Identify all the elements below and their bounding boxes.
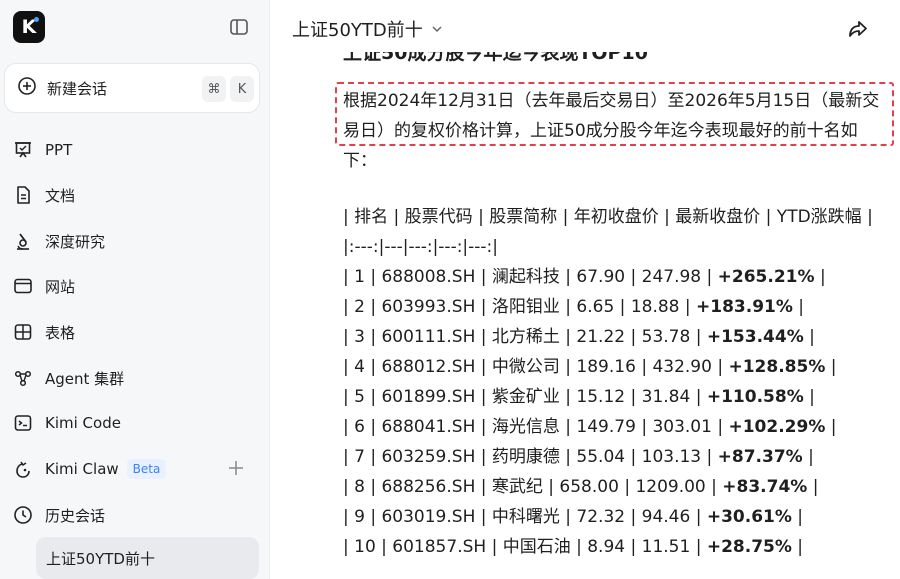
agent-swarm-icon — [12, 367, 34, 389]
main-panel: 上证50YTD前十 上证50成分股今年迄今表现TOP10 根据2024年12月3… — [270, 0, 900, 579]
row-end-pipe: | — [791, 537, 804, 557]
app-window: K 新建会话 ⌘ K PPT 文档 深度研究 网站 表格 Agent 集群 Ki… — [0, 0, 900, 579]
row-cells: | 7 | 603259.SH | 药明康德 | 55.04 | 103.13 … — [343, 447, 718, 467]
ytd-change-value: +183.91% — [696, 297, 793, 317]
ytd-change-value: +110.58% — [706, 387, 804, 407]
sidebar-item-kimi-code[interactable]: Kimi Code — [12, 404, 258, 442]
row-end-pipe: | — [825, 357, 837, 377]
logo-dot — [34, 17, 39, 22]
ytd-change-value: +153.44% — [706, 327, 804, 347]
table-row: | 3 | 600111.SH | 北方稀土 | 21.22 | 53.78 |… — [343, 322, 888, 352]
chat-title-dropdown[interactable]: 上证50YTD前十 — [292, 16, 443, 42]
ytd-change-value: +83.74% — [722, 477, 808, 497]
browser-icon — [12, 275, 34, 297]
ytd-change-value: +30.61% — [706, 507, 792, 527]
sidebar-item-label: 网站 — [45, 277, 76, 296]
ytd-change-value: +128.85% — [728, 357, 826, 377]
row-cells: | 9 | 603019.SH | 中科曙光 | 72.32 | 94.46 | — [343, 507, 707, 527]
row-end-pipe: | — [802, 447, 814, 467]
terminal-icon — [12, 412, 34, 434]
row-end-pipe: | — [807, 477, 819, 497]
sidebar-item-research[interactable]: 深度研究 — [12, 222, 258, 260]
top-bar: 上证50YTD前十 — [270, 0, 900, 52]
table-separator-row: |:---:|---|---:|---:|---:| — [343, 237, 499, 257]
table-row: | 7 | 603259.SH | 药明康德 | 55.04 | 103.13 … — [343, 442, 888, 472]
add-claw-icon[interactable] — [226, 458, 246, 478]
chevron-down-icon — [431, 19, 443, 40]
table-row: | 1 | 688008.SH | 澜起科技 | 67.90 | 247.98 … — [343, 262, 888, 292]
row-cells: | 2 | 603993.SH | 洛阳钼业 | 6.65 | 18.88 | — [343, 297, 697, 317]
sidebar-item-label: 深度研究 — [45, 232, 106, 251]
new-chat-button[interactable]: 新建会话 ⌘ K — [4, 63, 260, 113]
table-row: | 2 | 603993.SH | 洛阳钼业 | 6.65 | 18.88 | … — [343, 292, 888, 322]
row-cells: | 1 | 688008.SH | 澜起科技 | 67.90 | 247.98 … — [343, 267, 718, 287]
chat-title: 上证50YTD前十 — [292, 20, 423, 41]
table-row: | 4 | 688012.SH | 中微公司 | 189.16 | 432.90… — [343, 352, 888, 382]
shortcut-cmd-key: ⌘ — [202, 76, 226, 102]
shortcut-k-key: K — [230, 76, 254, 102]
table-row: | 5 | 601899.SH | 紫金矿业 | 15.12 | 31.84 |… — [343, 382, 888, 412]
claw-icon — [12, 458, 34, 480]
row-end-pipe: | — [792, 297, 805, 317]
row-end-pipe: | — [814, 267, 826, 287]
sidebar-item-sheets[interactable]: 表格 — [12, 313, 258, 351]
row-end-pipe: | — [803, 327, 815, 347]
beta-badge: Beta — [126, 459, 167, 479]
row-cells: | 5 | 601899.SH | 紫金矿业 | 15.12 | 31.84 | — [343, 387, 707, 407]
table-row: | 8 | 688256.SH | 寒武纪 | 658.00 | 1209.00… — [343, 472, 888, 502]
sidebar-item-label: PPT — [45, 141, 73, 159]
sidebar: K 新建会话 ⌘ K PPT 文档 深度研究 网站 表格 Agent 集群 Ki… — [0, 0, 270, 579]
sidebar-item-history[interactable]: 历史会话 — [12, 496, 258, 534]
table-row: | 6 | 688041.SH | 海光信息 | 149.79 | 303.01… — [343, 412, 888, 442]
table-rows: | 1 | 688008.SH | 澜起科技 | 67.90 | 247.98 … — [343, 262, 888, 562]
row-cells: | 8 | 688256.SH | 寒武纪 | 658.00 | 1209.00… — [343, 477, 723, 497]
row-end-pipe: | — [825, 417, 837, 437]
sidebar-item-label: Kimi Claw — [45, 460, 119, 478]
sidebar-item-label: 表格 — [45, 323, 76, 342]
row-cells: | 6 | 688041.SH | 海光信息 | 149.79 | 303.01… — [343, 417, 729, 437]
sidebar-item-docs[interactable]: 文档 — [12, 176, 258, 214]
kimi-logo[interactable]: K — [13, 11, 45, 43]
row-cells: | 3 | 600111.SH | 北方稀土 | 21.22 | 53.78 | — [343, 327, 707, 347]
table-header-row: | 排名 | 股票代码 | 股票简称 | 年初收盘价 | 最新收盘价 | YTD… — [343, 207, 873, 227]
table-icon — [12, 321, 34, 343]
ytd-change-value: +102.29% — [728, 417, 826, 437]
row-end-pipe: | — [791, 507, 804, 527]
presentation-icon — [12, 139, 34, 161]
history-icon — [12, 504, 34, 526]
sidebar-item-label: 历史会话 — [45, 506, 106, 525]
research-icon — [12, 230, 34, 252]
sidebar-item-label: Agent 集群 — [45, 369, 125, 388]
share-icon[interactable] — [846, 17, 870, 41]
sidebar-item-ppt[interactable]: PPT — [12, 131, 258, 169]
history-item-active[interactable]: 上证50YTD前十 — [36, 537, 259, 579]
sidebar-item-label: Kimi Code — [45, 414, 121, 432]
intro-paragraph: 根据2024年12月31日（去年最后交易日）至2026年5月15日（最新交易日）… — [343, 91, 880, 171]
ytd-change-value: +265.21% — [717, 267, 815, 287]
sidebar-item-website[interactable]: 网站 — [12, 267, 258, 305]
table-row: | 10 | 601857.SH | 中国石油 | 8.94 | 11.51 |… — [343, 532, 888, 562]
ytd-change-value: +87.37% — [717, 447, 803, 467]
ytd-change-value: +28.75% — [706, 537, 792, 557]
new-chat-icon — [17, 76, 37, 100]
sidebar-item-kimi-claw[interactable]: Kimi Claw Beta — [12, 450, 258, 488]
sidebar-item-label: 文档 — [45, 186, 76, 205]
response-content: 根据2024年12月31日（去年最后交易日）至2026年5月15日（最新交易日）… — [343, 86, 888, 562]
row-cells: | 4 | 688012.SH | 中微公司 | 189.16 | 432.90… — [343, 357, 729, 377]
sidebar-item-agent-swarm[interactable]: Agent 集群 — [12, 359, 258, 397]
row-end-pipe: | — [803, 387, 815, 407]
row-cells: | 10 | 601857.SH | 中国石油 | 8.94 | 11.51 | — [343, 537, 707, 557]
new-chat-label: 新建会话 — [47, 79, 108, 98]
document-icon — [12, 184, 34, 206]
sidebar-toggle-icon[interactable] — [229, 17, 249, 37]
table-row: | 9 | 603019.SH | 中科曙光 | 72.32 | 94.46 |… — [343, 502, 888, 532]
